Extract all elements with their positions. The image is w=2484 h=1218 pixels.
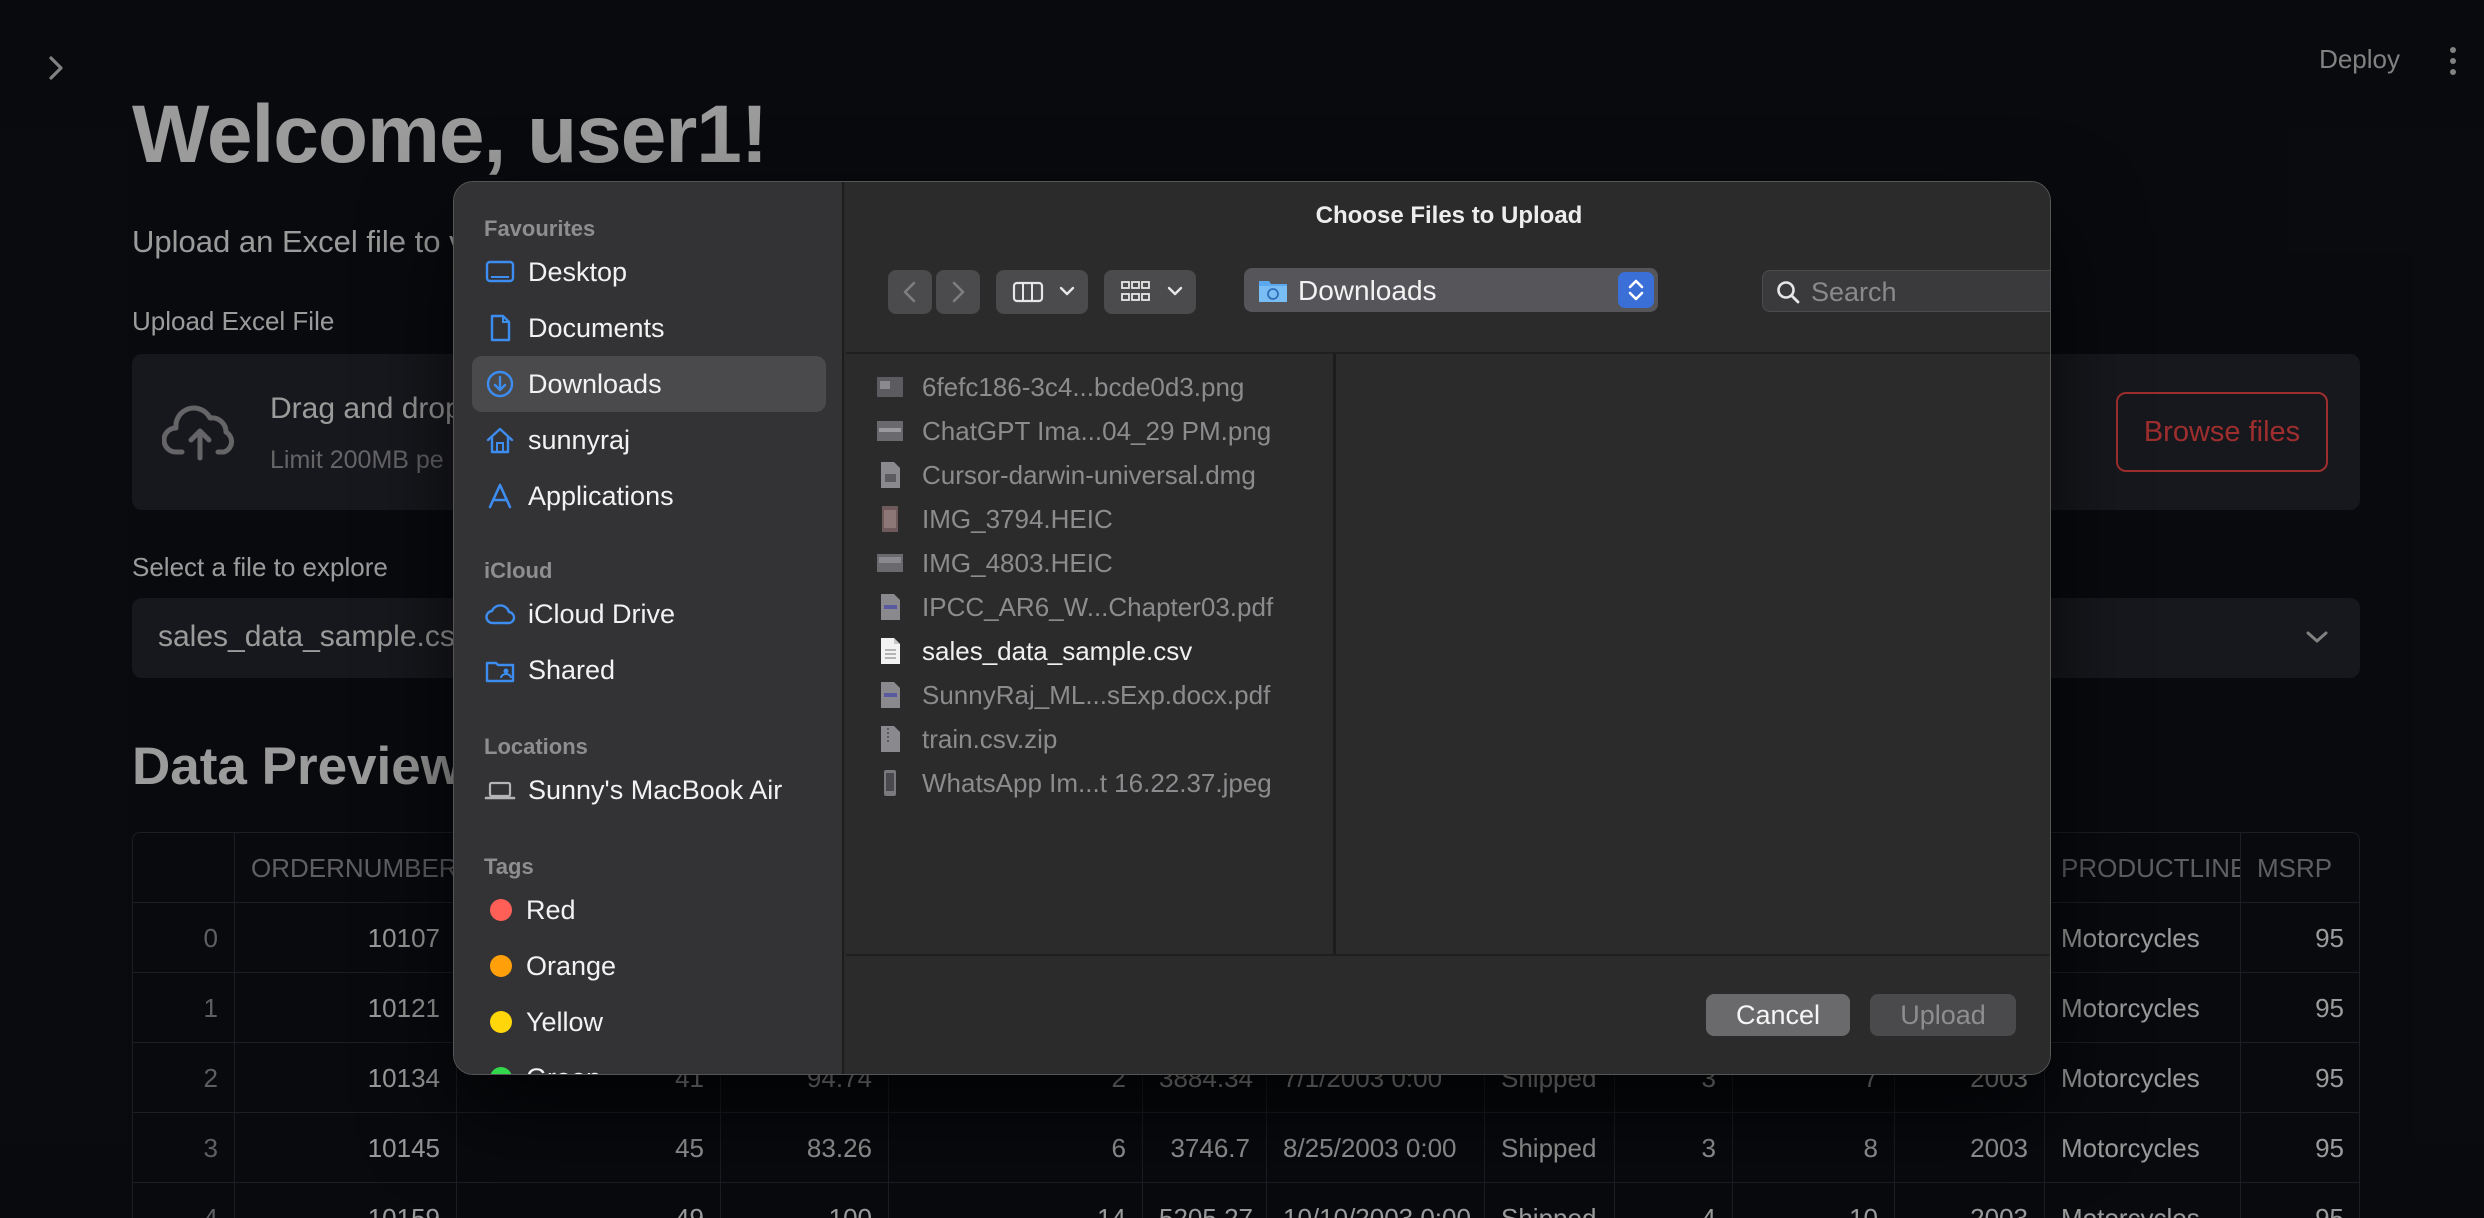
search-input[interactable] — [1811, 275, 2050, 309]
tag-dot-icon — [490, 899, 512, 921]
cancel-button[interactable]: Cancel — [1706, 994, 1850, 1036]
tag-dot-icon — [490, 1011, 512, 1033]
sidebar-item-documents[interactable]: Documents — [472, 300, 826, 356]
sidebar-item-downloads[interactable]: Downloads — [472, 356, 826, 412]
back-button[interactable] — [888, 270, 932, 314]
sidebar-item-icloud-drive[interactable]: iCloud Drive — [472, 586, 826, 642]
sidebar-tag-green[interactable]: Green — [472, 1050, 826, 1074]
tag-dot-icon — [490, 1067, 512, 1074]
file-name: ChatGPT Ima...04_29 PM.png — [922, 416, 1272, 446]
sidebar-item-applications[interactable]: Applications — [472, 468, 826, 524]
file-name: IMG_4803.HEIC — [922, 548, 1113, 578]
sidebar-tag-orange[interactable]: Orange — [472, 938, 826, 994]
download-circle-icon — [486, 370, 514, 398]
file-name: IPCC_AR6_W...Chapter03.pdf — [922, 592, 1274, 622]
sidebar-section-locations: Locations — [484, 734, 588, 759]
file-name: train.csv.zip — [922, 724, 1058, 754]
document-icon — [490, 314, 511, 342]
sidebar-section-icloud: iCloud — [484, 558, 553, 583]
file-name: IMG_3794.HEIC — [922, 504, 1113, 534]
location-value: Downloads — [1298, 275, 1437, 306]
file-upload-dialog: Favourites Desktop Documents Downloads s… — [453, 181, 2051, 1075]
shared-folder-icon — [485, 661, 515, 683]
sidebar-item-label: sunnyraj — [528, 425, 631, 455]
sidebar-tag-red[interactable]: Red — [472, 882, 826, 938]
forward-button[interactable] — [936, 270, 980, 314]
photo-thumbnail-icon — [877, 554, 903, 572]
location-stepper[interactable] — [1618, 272, 1654, 308]
home-icon — [486, 427, 514, 454]
file-name: Cursor-darwin-universal.dmg — [922, 460, 1256, 490]
tag-dot-icon — [490, 955, 512, 977]
sidebar-item-label: Shared — [528, 655, 616, 685]
pdf-file-icon — [881, 682, 900, 708]
disk-image-icon — [881, 462, 900, 488]
sidebar-item-label: Documents — [528, 313, 665, 343]
sidebar-item-label: Desktop — [528, 257, 628, 287]
file-name: WhatsApp Im...t 16.22.37.jpeg — [922, 768, 1272, 798]
sidebar-item-label: Red — [526, 895, 576, 925]
zip-file-icon — [881, 726, 900, 752]
view-mode-button[interactable] — [996, 270, 1088, 314]
photo-thumbnail-icon — [884, 770, 896, 796]
columns-view-icon — [1012, 281, 1044, 303]
sidebar-tag-yellow[interactable]: Yellow — [472, 994, 826, 1050]
upload-button[interactable]: Upload — [1870, 994, 2016, 1036]
sidebar-item-label: Applications — [528, 481, 674, 511]
search-field[interactable] — [1762, 270, 2050, 312]
image-thumbnail-icon — [877, 421, 903, 441]
pdf-file-icon — [881, 594, 900, 620]
up-down-chevron-icon — [1628, 279, 1644, 301]
sidebar-item-macbook[interactable]: Sunny's MacBook Air — [472, 762, 826, 818]
applications-icon — [488, 483, 512, 509]
dialog-sidebar: Favourites Desktop Documents Downloads s… — [454, 182, 844, 1074]
sidebar-item-label: Green — [526, 1063, 601, 1074]
file-column[interactable]: 6fefc186-3c4...bcde0d3.png ChatGPT Ima..… — [846, 354, 1336, 954]
search-icon — [1777, 281, 1800, 304]
chevron-down-icon — [1059, 286, 1075, 296]
chevron-right-icon — [952, 281, 965, 303]
location-popup[interactable]: Downloads — [1244, 268, 1658, 312]
dialog-title: Choose Files to Upload — [1315, 202, 1583, 229]
sidebar-item-label: Yellow — [526, 1007, 604, 1037]
cloud-icon — [485, 604, 516, 625]
chevron-left-icon — [903, 281, 916, 303]
sidebar-item-shared[interactable]: Shared — [472, 642, 826, 698]
app-root: Deploy Welcome, user1! Upload an Excel f… — [0, 0, 2484, 1218]
sidebar-item-label: Orange — [526, 951, 617, 981]
desktop-icon — [485, 260, 515, 283]
file-name: SunnyRaj_ML...sExp.docx.pdf — [922, 680, 1271, 710]
photo-thumbnail-icon — [882, 506, 898, 532]
image-thumbnail-icon — [877, 377, 903, 397]
grid-view-icon — [1121, 281, 1150, 301]
file-name: 6fefc186-3c4...bcde0d3.png — [922, 372, 1245, 402]
downloads-folder-icon — [1259, 281, 1287, 302]
sidebar-item-label: Downloads — [528, 369, 662, 399]
sidebar-item-desktop[interactable]: Desktop — [472, 244, 826, 300]
file-name: sales_data_sample.csv — [922, 636, 1193, 666]
group-by-button[interactable] — [1104, 270, 1196, 314]
footer-divider — [846, 954, 2050, 956]
dialog-main: Choose Files to Upload Downloads Search … — [846, 182, 2050, 1074]
sidebar-item-label: Sunny's MacBook Air — [528, 775, 783, 805]
sidebar-item-label: iCloud Drive — [528, 599, 676, 629]
sidebar-section-favourites: Favourites — [484, 216, 596, 241]
csv-file-icon — [881, 638, 900, 664]
sidebar-item-home[interactable]: sunnyraj — [472, 412, 826, 468]
laptop-icon — [484, 781, 516, 800]
chevron-down-icon — [1167, 286, 1183, 296]
sidebar-section-tags: Tags — [484, 854, 534, 879]
